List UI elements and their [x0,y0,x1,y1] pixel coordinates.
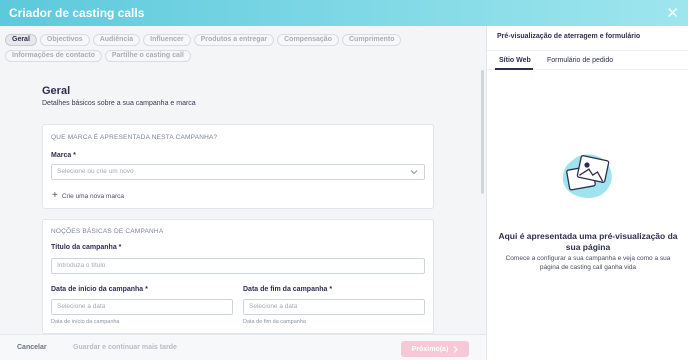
campaign-title-label: Título da campanha * [51,244,122,251]
next-button-label: Próximo(a) [411,345,449,353]
end-date-input[interactable]: Selecione a data [243,299,425,315]
tab-request-form[interactable]: Formulário de pedido [547,57,613,64]
end-date-label: Data de fim da campanha * [243,286,333,293]
preview-tabs: Sítio Web Formulário de pedido [487,50,688,70]
plus-icon: + [52,190,58,201]
top-bar: Criador de casting calls ✕ [0,0,688,26]
empty-state-title: Aqui é apresentada uma pré-visualização … [498,231,678,252]
empty-state-description: Comece a configurar a sua campanha e vej… [505,255,671,271]
scrollbar[interactable] [481,70,484,194]
app-title: Criador de casting calls [9,6,145,20]
brand-label: Marca * [51,152,76,159]
chevron-right-icon [453,345,459,353]
brand-select-placeholder: Selecione ou crie um novo [57,168,134,175]
end-date-hint: Data de fim da campanha [243,319,306,325]
create-brand-link[interactable]: + Crie uma nova marca [52,190,124,201]
tab-geral[interactable]: Geral [5,34,37,46]
active-tab-indicator [495,68,533,70]
start-date-placeholder: Selecione a data [57,303,106,310]
start-date-label: Data de início da campanha * [51,286,148,293]
tab-produtos[interactable]: Produtos a entregar [193,34,275,46]
start-date-hint: Data de início da campanha [51,319,120,325]
section-header: Geral Detalhes básicos sobre a sua campa… [42,85,196,107]
image-placeholder-icon [562,154,612,198]
brand-card-caption: QUE MARCA É APRESENTADA NESTA CAMPANHA? [51,134,218,141]
tab-compensacao[interactable]: Compensação [277,34,339,46]
tab-audiencia[interactable]: Audiência [92,34,141,46]
save-later-button[interactable]: Guardar e continuar mais tarde [73,344,177,351]
section-title: Geral [42,85,71,97]
preview-panel: Pré-visualização de aterragem e formulár… [486,26,688,360]
tab-partilhe[interactable]: Partilhe o casting call [104,50,191,62]
section-subtitle: Detalhes básicos sobre a sua campanha e … [42,100,196,107]
step-tabs: Geral Objectivos Audiência Influencer Pr… [5,34,475,62]
tab-objectivos[interactable]: Objectivos [39,34,90,46]
tab-contacto[interactable]: Informações de contacto [5,50,102,62]
close-icon[interactable]: ✕ [666,6,679,21]
preview-heading: Pré-visualização de aterragem e formulár… [497,33,641,40]
end-date-placeholder: Selecione a data [249,303,298,310]
campaign-title-placeholder: Introduza o título [57,262,106,269]
chevron-down-icon [410,170,418,175]
editor-panel: Geral Objectivos Audiência Influencer Pr… [0,26,486,334]
tab-cumprimento[interactable]: Cumprimento [341,34,402,46]
create-brand-label: Crie uma nova marca [61,192,124,200]
brand-select[interactable]: Selecione ou crie um novo [51,164,425,180]
campaign-title-input[interactable]: Introduza o título [51,258,425,274]
cancel-button[interactable]: Cancelar [17,344,47,351]
campaign-basics-card: NOÇÕES BÁSICAS DE CAMPANHA Título da cam… [42,219,434,334]
basics-card-caption: NOÇÕES BÁSICAS DE CAMPANHA [51,228,164,235]
tab-website[interactable]: Sítio Web [499,57,531,64]
brand-card: QUE MARCA É APRESENTADA NESTA CAMPANHA? … [42,124,434,209]
footer-bar: Cancelar Guardar e continuar mais tarde … [0,334,486,360]
tab-influencer[interactable]: Influencer [143,34,191,46]
next-button[interactable]: Próximo(a) [401,341,469,357]
start-date-input[interactable]: Selecione a data [51,299,233,315]
